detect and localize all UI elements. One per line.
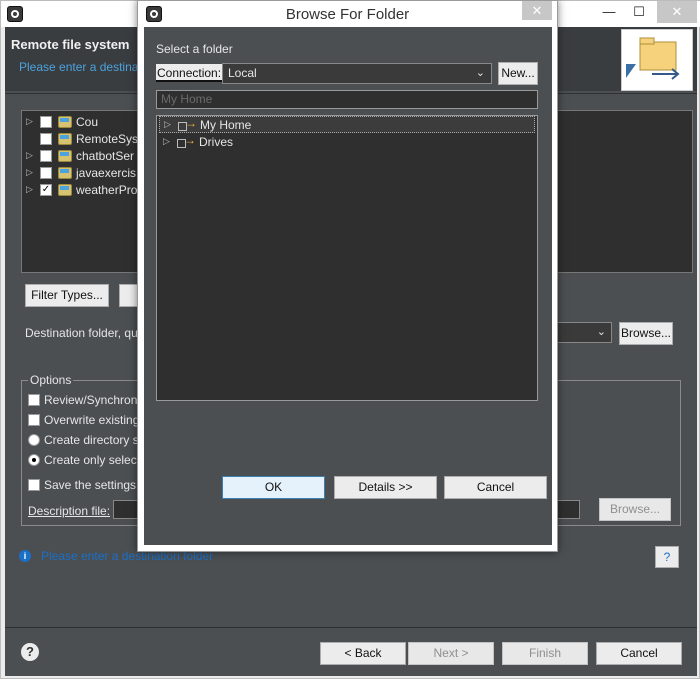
select-folder-label: Select a folder	[156, 42, 233, 56]
description-file-label: Description file:	[28, 504, 111, 518]
wizard-title: Remote file system	[11, 37, 130, 52]
browse-folder-dialog: Browse For Folder ✕ Select a folder Conn…	[137, 0, 558, 552]
project-checkbox-checked[interactable]: ✓	[40, 183, 52, 196]
project-icon	[58, 149, 72, 162]
create-selected-radio[interactable]	[28, 454, 40, 466]
expand-arrow-icon[interactable]: ▷	[26, 167, 40, 178]
export-folder-icon	[626, 37, 680, 80]
remote-folder-icon	[177, 133, 196, 148]
dialog-title: Browse For Folder	[285, 6, 410, 23]
close-icon[interactable]: ✕	[522, 1, 552, 20]
project-label: javaexercis	[76, 165, 137, 180]
close-icon[interactable]: ✕	[657, 1, 697, 23]
info-icon: i	[19, 550, 31, 562]
description-file-input-end[interactable]	[557, 500, 580, 519]
review-option[interactable]: Review/Synchroniz	[28, 393, 146, 407]
save-settings-label: Save the settings o	[44, 478, 147, 492]
finish-button[interactable]: Finish	[502, 642, 588, 665]
tree-item-label: My Home	[200, 117, 252, 132]
create-structure-option[interactable]: Create directory st	[28, 433, 142, 447]
destination-label: Destination folder, qu	[25, 326, 138, 340]
project-label: Cou	[76, 114, 99, 129]
maximize-icon[interactable]: ☐	[621, 1, 657, 23]
details-button[interactable]: Details >>	[334, 476, 437, 499]
connection-label: Connection:	[156, 64, 223, 82]
project-label: chatbotSer	[76, 148, 135, 163]
dialog-body: Select a folder Connection: Local ⌄ New.…	[144, 27, 552, 545]
tree-item-label: Drives	[199, 134, 234, 149]
expand-arrow-icon[interactable]: ▷	[26, 184, 40, 195]
chevron-down-icon[interactable]: ⌄	[476, 64, 485, 83]
project-icon	[58, 115, 72, 128]
tree-row[interactable]: ▷ Cou	[26, 113, 98, 130]
new-connection-button[interactable]: New...	[498, 62, 538, 85]
dialog-cancel-button[interactable]: Cancel	[444, 476, 547, 499]
connection-value: Local	[228, 66, 257, 80]
create-selected-label: Create only selecte	[44, 453, 147, 467]
tree-item-drives[interactable]: ▷ Drives	[159, 133, 535, 150]
filter-types-button[interactable]: Filter Types...	[25, 284, 109, 307]
dialog-titlebar[interactable]: Browse For Folder ✕	[138, 1, 557, 27]
tree-row[interactable]: ▷ ✓ weatherPro	[26, 181, 137, 198]
save-settings-checkbox[interactable]	[28, 479, 40, 491]
review-label: Review/Synchroniz	[44, 393, 147, 407]
project-icon	[58, 183, 72, 196]
expand-arrow-icon[interactable]: ▷	[26, 116, 40, 127]
tree-item-my-home[interactable]: ▷ My Home	[159, 116, 535, 133]
folder-path-input[interactable]: My Home	[156, 90, 538, 109]
create-selected-option[interactable]: Create only selecte	[28, 453, 147, 467]
ok-button[interactable]: OK	[222, 476, 325, 499]
expand-arrow-icon[interactable]: ▷	[26, 150, 40, 161]
options-group-label: Options	[28, 373, 74, 387]
chevron-down-icon[interactable]: ⌄	[597, 325, 606, 338]
destination-combo[interactable]: ⌄	[557, 322, 612, 343]
overwrite-option[interactable]: Overwrite existing	[28, 413, 139, 427]
destination-browse-button[interactable]: Browse...	[619, 322, 673, 345]
tree-row[interactable]: ▷ chatbotSer	[26, 147, 134, 164]
eclipse-app-icon	[7, 6, 23, 22]
next-button[interactable]: Next >	[408, 642, 494, 665]
expand-arrow-icon[interactable]: ▷	[160, 119, 174, 130]
wizard-banner-image	[621, 29, 693, 91]
project-checkbox[interactable]	[40, 166, 52, 179]
tree-row[interactable]: ▷ javaexercis	[26, 164, 136, 181]
help-icon[interactable]: ?	[21, 643, 39, 661]
expand-arrow-icon[interactable]: ▷	[159, 136, 173, 147]
project-checkbox[interactable]	[40, 132, 52, 145]
project-icon	[58, 166, 72, 179]
project-label: RemoteSys	[76, 131, 139, 146]
description-browse-button[interactable]: Browse...	[599, 498, 671, 521]
project-icon	[58, 132, 72, 145]
back-button[interactable]: < Back	[320, 642, 406, 665]
tree-row[interactable]: RemoteSys	[26, 130, 138, 147]
save-settings-option[interactable]: Save the settings o	[28, 478, 146, 492]
overwrite-checkbox[interactable]	[28, 414, 40, 426]
remote-folder-icon	[178, 116, 197, 131]
connection-select[interactable]: Local ⌄	[222, 63, 492, 84]
project-checkbox[interactable]	[40, 149, 52, 162]
review-checkbox[interactable]	[28, 394, 40, 406]
project-checkbox[interactable]	[40, 115, 52, 128]
overwrite-label: Overwrite existing	[44, 413, 140, 427]
wizard-footer: ? < Back Next > Finish Cancel	[5, 627, 697, 676]
project-label: weatherPro	[76, 182, 138, 197]
folder-tree[interactable]: ▷ My Home ▷ Drives	[156, 115, 538, 401]
help-button[interactable]: ?	[655, 546, 679, 568]
create-structure-label: Create directory st	[44, 433, 143, 447]
create-structure-radio[interactable]	[28, 434, 40, 446]
cancel-button[interactable]: Cancel	[596, 642, 682, 665]
